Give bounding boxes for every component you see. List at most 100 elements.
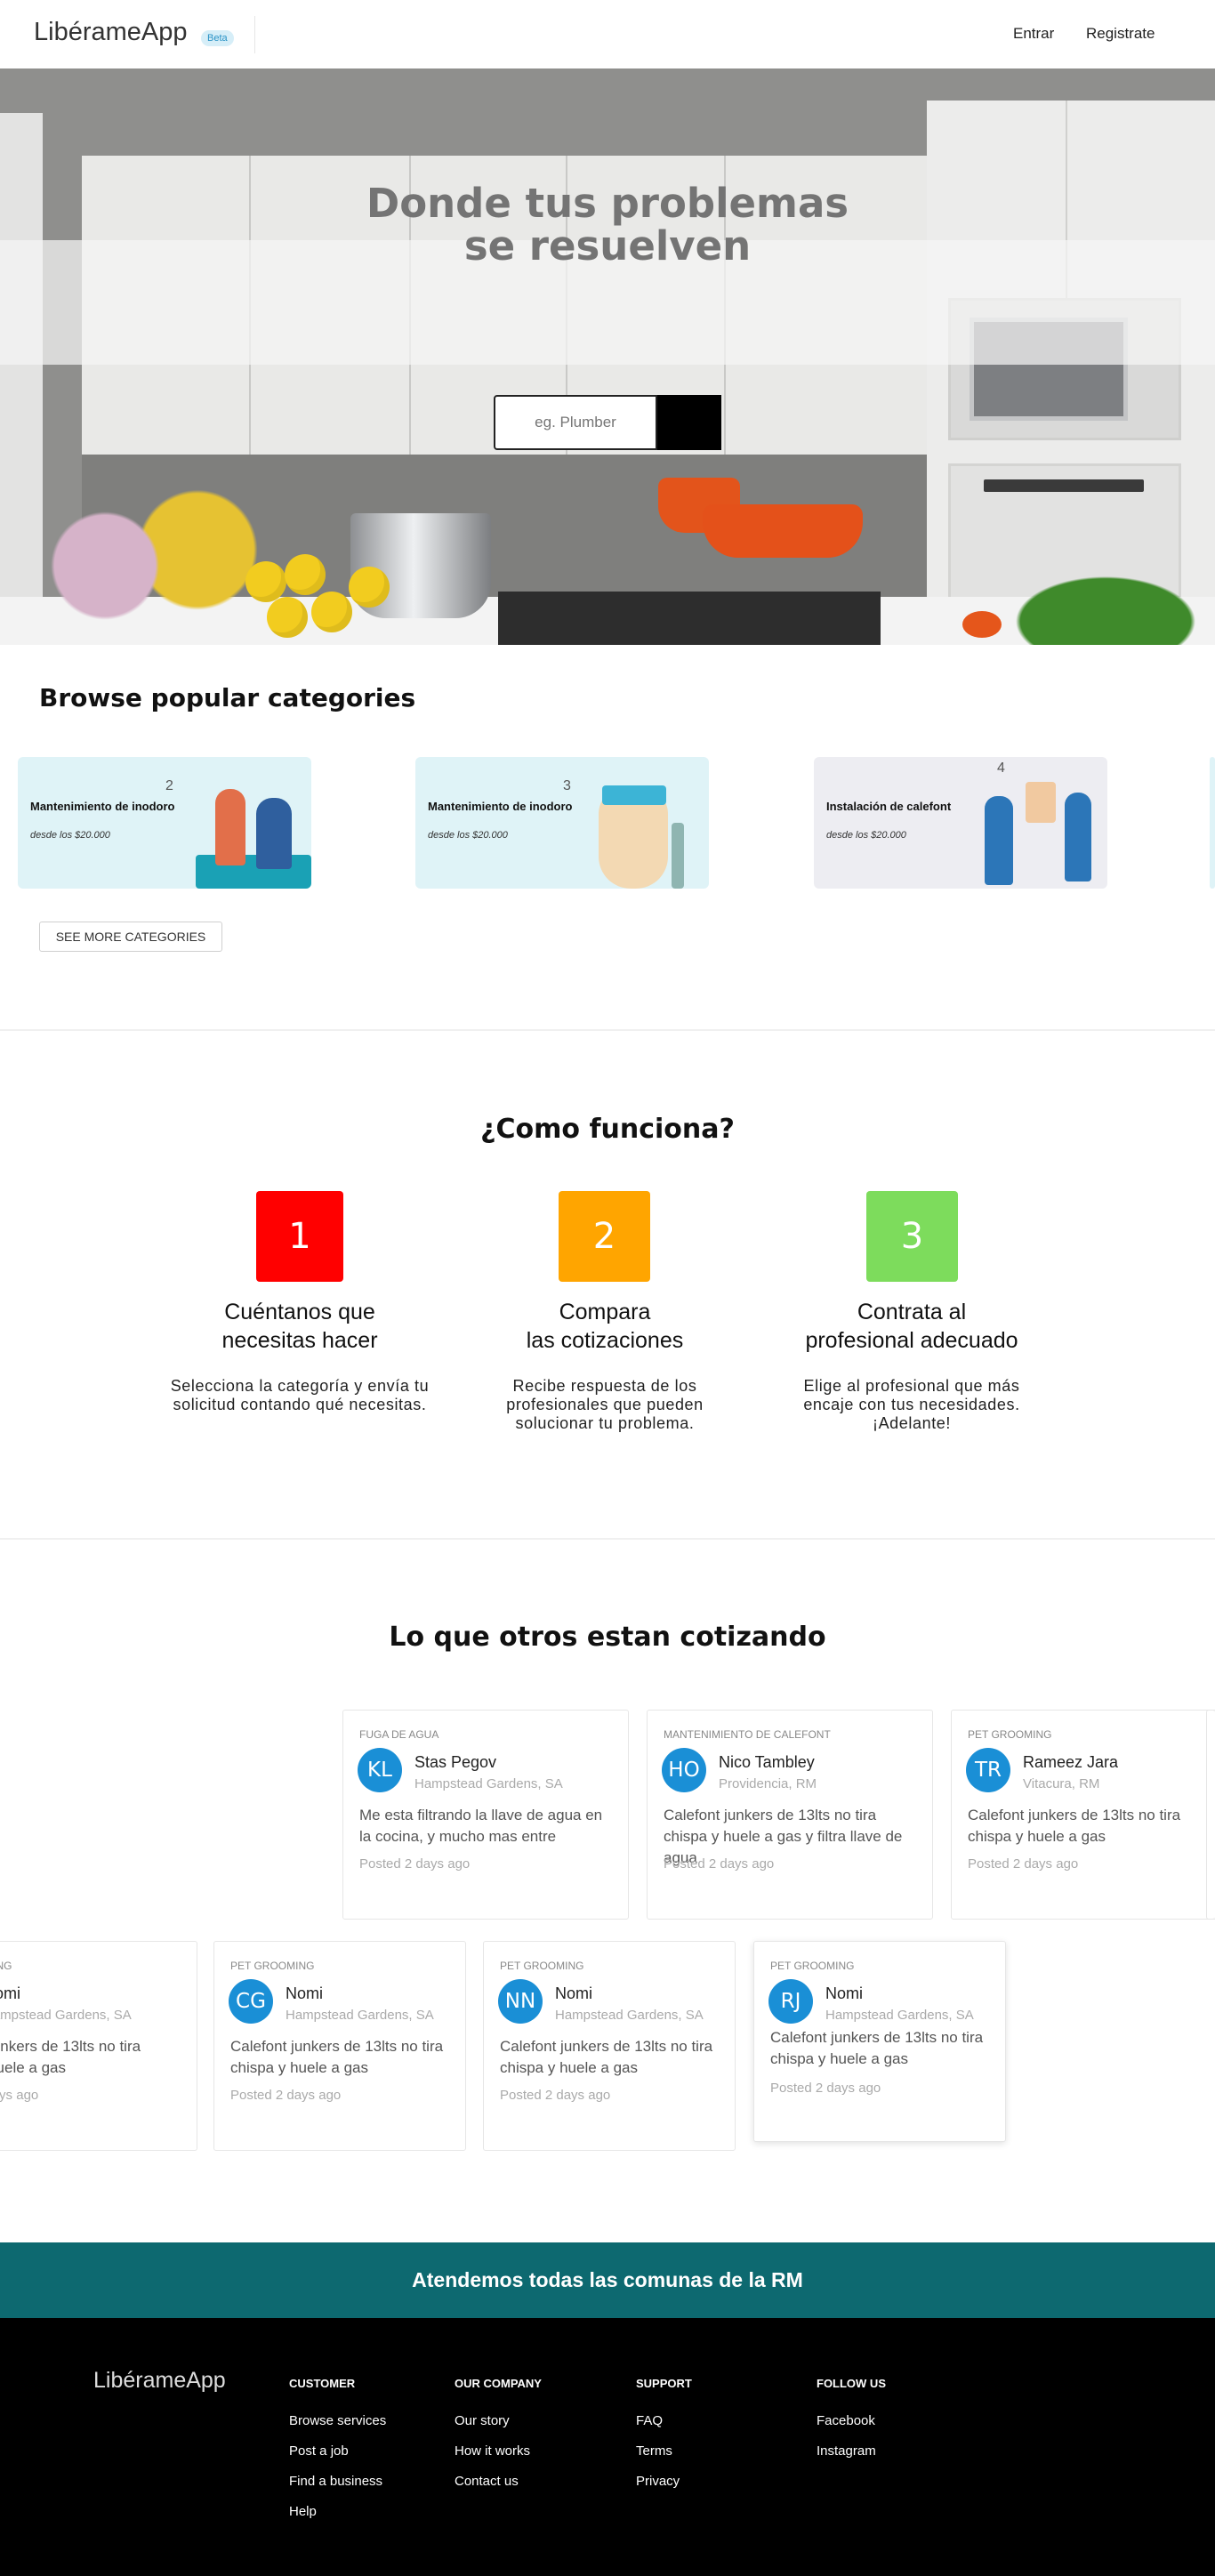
quote-category: PET GROOMING <box>500 1960 584 1972</box>
avatar: TR <box>966 1748 1010 1792</box>
quote-location: Hampstead Gardens, SA <box>825 2008 974 2023</box>
footer-support-title: SUPPORT <box>636 2377 692 2390</box>
hero-title: Donde tus problemas se resuelven <box>366 180 849 270</box>
footer-link-our-story[interactable]: Our story <box>455 2413 510 2428</box>
footer-customer-title: CUSTOMER <box>289 2377 356 2390</box>
quote-posted: Posted 2 days ago <box>359 1856 471 1872</box>
quote-posted: Posted 2 days ago <box>770 2081 881 2096</box>
quote-card[interactable]: PET GROOMING NN Nomi Hampstead Gardens, … <box>483 1941 736 2151</box>
site-logo[interactable]: LibérameApp <box>34 18 188 47</box>
quote-card[interactable]: MANTENIMIENTO DE CALEFONT HO Nico Tamble… <box>647 1710 933 1920</box>
category-number: 3 <box>563 778 571 793</box>
quote-user-name: Nomi <box>825 1984 864 2002</box>
avatar: KL <box>358 1748 402 1792</box>
quote-category: PET GROOMING <box>0 1960 12 1972</box>
step-1-description: Selecciona la categoría y envía tu solic… <box>170 1377 430 1413</box>
nav-divider <box>254 16 255 53</box>
footer-link-faq[interactable]: FAQ <box>636 2413 663 2428</box>
quote-text: Calefont junkers de 13lts no tira chispa… <box>0 2038 141 2076</box>
step-2-description: Recibe respuesta de los profesionales qu… <box>506 1377 704 1432</box>
quote-location: Hampstead Gardens, SA <box>0 2008 132 2023</box>
hero-section <box>0 68 1215 645</box>
quote-posted: Posted 2 days ago <box>968 1856 1079 1872</box>
quote-category: MANTENIMIENTO DE CALEFONT <box>664 1728 831 1741</box>
category-name: Mantenimiento de inodoro <box>30 800 175 813</box>
footer-link-how-it-works[interactable]: How it works <box>455 2443 530 2459</box>
footer-link-instagram[interactable]: Instagram <box>817 2443 876 2459</box>
quote-location: Vitacura, RM <box>1023 1776 1100 1791</box>
quote-card[interactable]: PET GROOMING TR Rameez Jara Vitacura, RM… <box>951 1710 1215 1920</box>
footer-link-browse-services[interactable]: Browse services <box>289 2413 386 2428</box>
quote-card[interactable]: FUGA DE AGUA KL Stas Pegov Hampstead Gar… <box>342 1710 629 1920</box>
category-number: 4 <box>997 761 1005 776</box>
quote-user-name: Nomi <box>555 1984 593 2002</box>
footer-link-contact[interactable]: Contact us <box>455 2474 519 2489</box>
login-link[interactable]: Entrar <box>1013 25 1054 43</box>
quote-text: Calefont junkers de 13lts no tira chispa… <box>770 2029 984 2067</box>
section-divider <box>0 1538 1215 1540</box>
quote-card[interactable]: PET GROOMING NO Nomi Hampstead Gardens, … <box>0 1941 197 2151</box>
step-3-description: Elige al profesional que más encaje con … <box>803 1377 1020 1432</box>
hero-image-stove <box>498 592 881 645</box>
quotes-title: Lo que otros estan cotizando <box>389 1622 826 1653</box>
step-2-title: Compara las cotizaciones <box>526 1300 684 1353</box>
quote-category: PET GROOMING <box>770 1960 855 1972</box>
categories-title: Browse popular categories <box>39 683 416 712</box>
quote-location: Providencia, RM <box>719 1776 817 1791</box>
search-button-icon[interactable] <box>657 395 721 450</box>
category-price: desde los $20.000 <box>428 830 508 841</box>
register-link[interactable]: Registrate <box>1086 25 1155 43</box>
category-name: Instalación de calefont <box>826 800 952 813</box>
quote-category: PET GROOMING <box>230 1960 315 1972</box>
quote-card[interactable]: PET GROOMING CG Nomi Hampstead Gardens, … <box>213 1941 466 2151</box>
step-3-badge: 3 <box>866 1191 958 1282</box>
footer: LibérameApp CUSTOMER Browse services Pos… <box>0 2318 1215 2576</box>
category-card[interactable]: 2 Mantenimiento de inodoro desde los $20… <box>18 757 311 889</box>
quote-user-name: Nomi <box>286 1984 324 2002</box>
category-illustration <box>196 855 311 889</box>
step-2-badge: 2 <box>559 1191 650 1282</box>
footer-company-title: OUR COMPANY <box>455 2377 542 2390</box>
top-navbar: LibérameApp Beta Entrar Registrate <box>0 0 1215 68</box>
category-price: desde los $20.000 <box>826 830 906 841</box>
footer-link-facebook[interactable]: Facebook <box>817 2413 875 2428</box>
hero-image-pan <box>703 504 863 558</box>
step-3-title: Contrata al profesional adecuado <box>805 1300 1018 1353</box>
category-illustration <box>985 796 1013 885</box>
category-name: Mantenimiento de inodoro <box>428 800 573 813</box>
footer-link-find-business[interactable]: Find a business <box>289 2474 382 2489</box>
quote-text: Me esta filtrando la llave de agua en la… <box>359 1807 603 1845</box>
quote-category: FUGA DE AGUA <box>359 1728 439 1741</box>
coverage-banner: Atendemos todas las comunas de la RM <box>0 2242 1215 2318</box>
quote-location: Hampstead Gardens, SA <box>286 2008 434 2023</box>
footer-link-post-job[interactable]: Post a job <box>289 2443 349 2459</box>
quote-posted: Posted 2 days ago <box>230 2088 342 2103</box>
avatar: RJ <box>768 1979 813 2024</box>
hero-image-greens <box>996 567 1215 645</box>
quote-user-name: Nomi <box>0 1984 21 2002</box>
quote-text: Calefont junkers de 13lts no tira chispa… <box>230 2038 444 2076</box>
hero-search-input[interactable] <box>494 395 657 450</box>
footer-link-help[interactable]: Help <box>289 2504 317 2519</box>
category-card[interactable]: 3 Mantenimiento de inodoro desde los $20… <box>415 757 709 889</box>
beta-badge: Beta <box>201 30 234 46</box>
quote-text: Calefont junkers de 13lts no tira chispa… <box>968 1807 1181 1845</box>
hero-image-flowers <box>36 487 267 645</box>
quote-posted: Posted 2 days ago <box>0 2088 39 2103</box>
footer-logo[interactable]: LibérameApp <box>93 2368 226 2394</box>
see-more-categories-button[interactable]: SEE MORE CATEGORIES <box>39 922 222 952</box>
footer-link-privacy[interactable]: Privacy <box>636 2474 680 2489</box>
category-price: desde los $20.000 <box>30 830 110 841</box>
quote-card-peek <box>1206 1710 1215 1920</box>
quote-card-clip: PET GROOMING NO Nomi Hampstead Gardens, … <box>0 1941 197 2151</box>
avatar: NN <box>498 1979 543 2024</box>
quote-location: Hampstead Gardens, SA <box>414 1776 563 1791</box>
quote-text: Calefont junkers de 13lts no tira chispa… <box>500 2038 713 2076</box>
category-card[interactable]: 4 Instalación de calefont desde los $20.… <box>814 757 1107 889</box>
quote-card[interactable]: PET GROOMING RJ Nomi Hampstead Gardens, … <box>753 1941 1006 2142</box>
footer-follow-title: FOLLOW US <box>817 2377 886 2390</box>
footer-link-terms[interactable]: Terms <box>636 2443 672 2459</box>
quote-location: Hampstead Gardens, SA <box>555 2008 704 2023</box>
quote-user-name: Nico Tambley <box>719 1753 815 1771</box>
quote-user-name: Rameez Jara <box>1023 1753 1119 1771</box>
